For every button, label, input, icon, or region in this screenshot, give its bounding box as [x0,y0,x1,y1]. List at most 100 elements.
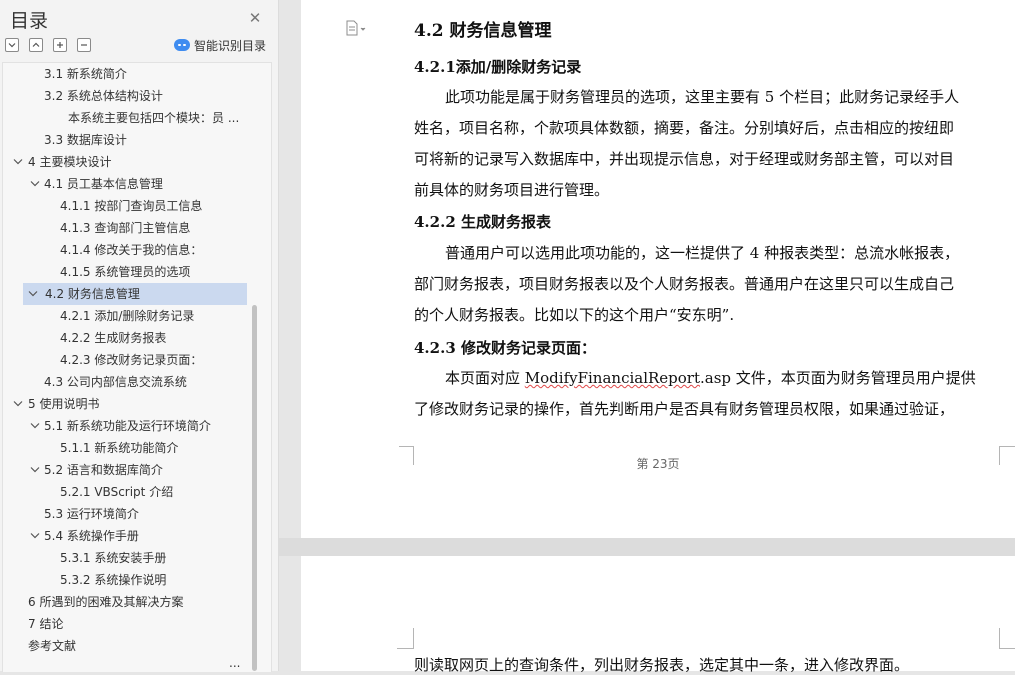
text-line: 的个人财务报表。比如以下的这个用户“安东明”. [414,306,735,324]
toc-item[interactable]: ... [3,657,271,672]
chevron-down-icon[interactable] [13,151,23,173]
text-line: 可将新的记录写入数据库中，并出现提示信息，对于经理或财务部主管，可以对目 [414,150,955,168]
add-heading-button[interactable] [53,38,67,52]
toc-item[interactable]: 4.1.4 修改关于我的信息： [3,239,271,261]
sidebar-title: 目录 [10,10,49,32]
document-icon[interactable] [346,20,372,36]
text-line: 部门财务报表，项目财务报表以及个人财务报表。普通用户在这里只可以生成自己 [414,275,955,293]
chevron-down-icon [8,43,16,48]
toc-item[interactable]: 3.2 系统总体结构设计 [3,85,271,107]
text-line: 普通用户可以选用此项功能的，这一栏提供了 4 种报表类型：总流水帐报表， [445,244,960,262]
plus-icon [57,42,63,48]
toc-item-label: 3.2 系统总体结构设计 [44,89,163,103]
remove-heading-button[interactable] [77,38,91,52]
smart-toc-button[interactable]: 智能识别目录 [174,36,266,54]
text-line: 前具体的财务项目进行管理。 [414,181,610,199]
minus-icon [81,44,87,46]
toc-item-label: 4.2.1 添加/删除财务记录 [60,309,195,323]
toc-item-label: 4.1.1 按部门查询员工信息 [60,199,203,213]
toc-item-label: 4.1.4 修改关于我的信息： [60,243,203,257]
text-span: .asp 文件，本页面为财务管理员用户提供 [700,369,976,387]
page-separator [279,538,1015,556]
toc-item-label: 本系统主要包括四个模块：员 ... [68,111,240,125]
toc-item[interactable]: 3.3 数据库设计 [3,129,271,151]
toc-item-label: 7 结论 [28,617,64,631]
toc-item[interactable]: 5.2.1 VBScript 介绍 [3,481,271,503]
toc-item[interactable]: 5.3.2 系统操作说明 [3,569,271,591]
toc-item[interactable]: 参考文献 [3,635,271,657]
toc-item[interactable]: 6 所遇到的困难及其解决方案 [3,591,271,613]
page-number: 第 23页 [636,457,680,471]
toc-item[interactable]: 4 主要模块设计 [3,151,271,173]
toc-item-label: 5.2 语言和数据库简介 [44,463,163,477]
toc-item-label: 5.3.2 系统操作说明 [60,573,167,587]
document-view: 4.2 财务信息管理 4.2.1添加/删除财务记录 此项功能是属于财务管理员的选… [279,0,1015,674]
smart-toc-label: 智能识别目录 [194,38,267,53]
toc-item-label: 4.1 员工基本信息管理 [44,177,163,191]
toc-item[interactable]: 4.1 员工基本信息管理 [3,173,271,195]
ai-chat-icon [174,39,190,51]
collapse-all-button[interactable] [29,38,43,52]
toc-item[interactable]: 4.2.1 添加/删除财务记录 [3,305,271,327]
toc-item[interactable]: 5.1.1 新系统功能简介 [3,437,271,459]
chevron-down-icon[interactable] [30,459,40,481]
crop-mark [397,628,414,649]
toc-item[interactable]: 4.1.1 按部门查询员工信息 [3,195,271,217]
toc-sidebar: 目录 ✕ 智能识别目录 3.1 新系统简介 3.2 系统总体结构设计本系统主要包括… [0,0,279,672]
toc-item[interactable]: 4.1.3 查询部门主管信息 [3,217,271,239]
toc-item-selected[interactable]: 4.2 财务信息管理 [23,283,247,305]
toc-item[interactable]: 5.2 语言和数据库简介 [3,459,271,481]
toc-item-label: 4 主要模块设计 [28,155,112,169]
toc-item[interactable]: 4.3 公司内部信息交流系统 [3,371,271,393]
toc-item[interactable]: 4.2.3 修改财务记录页面： [3,349,271,371]
toc-scrollbar[interactable] [252,305,257,671]
toc-item[interactable]: 5 使用说明书 [3,393,271,415]
document-page: 则读取网页上的查询条件，列出财务报表，选定其中一条，进入修改界面。 [301,556,1015,674]
toc-item[interactable]: 5.3 运行环境简介 [3,503,271,525]
toc-item[interactable]: 3.1 新系统简介 [3,63,271,85]
toc-item-label: 参考文献 [28,639,77,653]
toc-item-label: 4.3 公司内部信息交流系统 [44,375,187,389]
text-span: 本页面对应 [445,369,525,387]
toc-item[interactable]: 本系统主要包括四个模块：员 ... [3,107,271,129]
expand-all-button[interactable] [5,38,19,52]
subsection-heading: 4.2.3 修改财务记录页面： [414,339,596,357]
subsection-heading: 4.2.1添加/删除财务记录 [414,58,582,76]
filename-text: ModifyFinancialReport [524,369,701,387]
toc-item-label: 4.2.2 生成财务报表 [60,331,167,345]
subsection-heading: 4.2.2 生成财务报表 [414,213,551,231]
document-page: 4.2 财务信息管理 4.2.1添加/删除财务记录 此项功能是属于财务管理员的选… [301,0,1015,538]
toc-item-label: 5.1.1 新系统功能简介 [60,441,179,455]
toc-item-label: 5.1 新系统功能及运行环境简介 [44,419,211,433]
chevron-up-icon [32,42,40,47]
text-line: 此项功能是属于财务管理员的选项，这里主要有 5 个栏目；此财务记录经手人 [445,88,960,106]
toc-item-label: 4.1.3 查询部门主管信息 [60,221,191,235]
toc-item[interactable]: 5.3.1 系统安装手册 [3,547,271,569]
close-icon[interactable]: ✕ [246,9,264,27]
toc-item[interactable]: 4.1.5 系统管理员的选项 [3,261,271,283]
chevron-down-icon[interactable] [13,393,23,415]
chevron-down-icon[interactable] [30,173,40,195]
text-line: 本页面对应 ModifyFinancialReport.asp 文件，本页面为财… [445,367,976,388]
toc-item-label: ... [229,656,241,670]
toc-list: 3.1 新系统简介 3.2 系统总体结构设计本系统主要包括四个模块：员 ... 3.… [3,63,271,672]
toc-item[interactable]: 5.1 新系统功能及运行环境简介 [3,415,271,437]
toc-item-label: 5.3 运行环境简介 [44,507,139,521]
toc-item[interactable]: 5.4 系统操作手册 [3,525,271,547]
toc-item[interactable]: 7 结论 [3,613,271,635]
toc-item-label: 5.4 系统操作手册 [44,529,139,543]
text-line: 了修改财务记录的操作，首先判断用户是否具有财务管理员权限，如果通过验证， [414,400,955,418]
chevron-down-icon[interactable] [30,415,40,437]
toc-item-label: 3.3 数据库设计 [44,133,127,147]
toc-item-label: 4.2.3 修改财务记录页面： [60,353,203,367]
toc-panel: 3.1 新系统简介 3.2 系统总体结构设计本系统主要包括四个模块：员 ... 3.… [2,62,272,672]
toc-item-label: 3.1 新系统简介 [44,67,127,81]
toc-item-label: 4.2 财务信息管理 [45,287,140,301]
text-line: 姓名，项目名称，个款项具体数额，摘要，备注。分别填好后，点击相应的按纽即 [414,119,955,137]
toc-item[interactable]: 4.2.2 生成财务报表 [3,327,271,349]
chevron-down-icon[interactable] [28,283,38,305]
toc-item-label: 5.2.1 VBScript 介绍 [60,485,174,499]
toc-item-label: 6 所遇到的困难及其解决方案 [28,595,184,609]
chevron-down-icon[interactable] [30,525,40,547]
toc-item-label: 5.3.1 系统安装手册 [60,551,167,565]
